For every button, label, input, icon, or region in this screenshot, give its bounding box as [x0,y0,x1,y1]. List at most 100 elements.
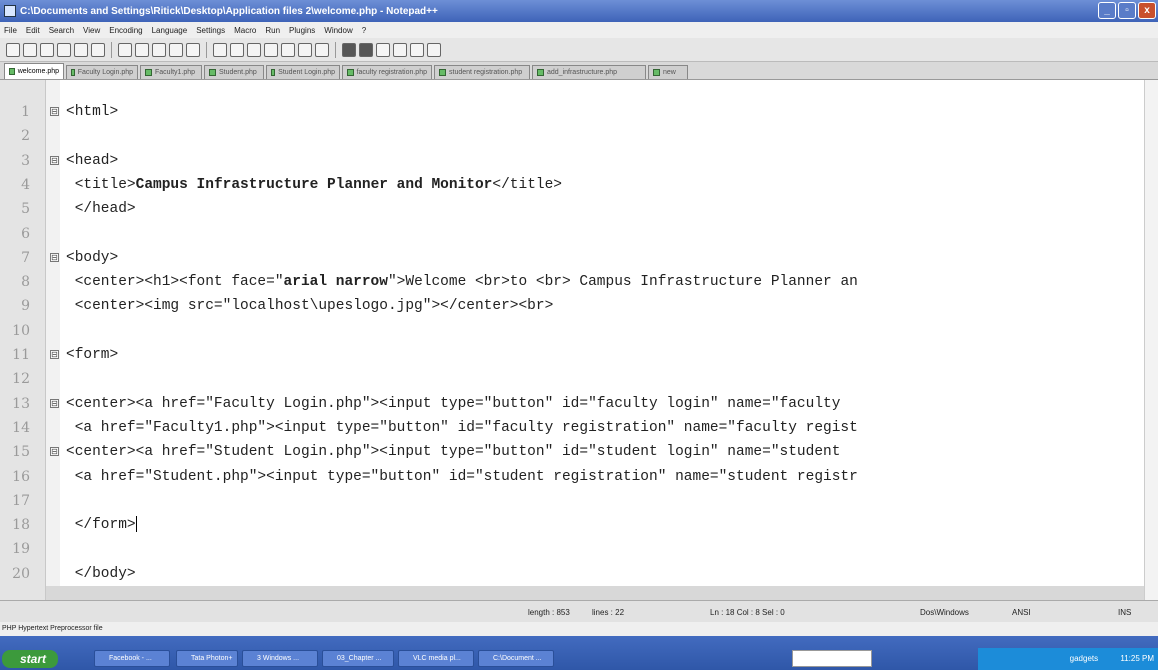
minimize-button[interactable]: _ [1098,2,1116,19]
taskbar-search-input[interactable] [792,650,872,667]
taskbar-button[interactable]: VLC media pl... [398,650,474,667]
code-line: 13 ⊟ <center><a href="Faculty Login.php"><… [0,392,1158,416]
code-fragment: </form> [66,517,136,534]
maximize-button[interactable]: ▫ [1118,2,1136,19]
code-fragment: <a href="Student.php"><input type="butto… [66,468,858,485]
menu-item[interactable]: Edit [26,26,40,35]
run-macro-multiple-icon[interactable] [393,42,407,57]
undo-icon[interactable] [169,42,183,57]
status-position: Ln : 18 Col : 8 Sel : 0 [710,608,785,617]
code-text: </body> [66,562,136,586]
fold-toggle-icon[interactable]: ⊟ [50,107,59,116]
file-tab[interactable]: welcome.php [4,63,64,79]
file-tab[interactable]: Faculty1.php [140,65,202,79]
code-text: <a href="Student.php"><input type="butto… [66,465,858,489]
code-fragment: <html> [66,104,119,120]
fold-toggle-icon[interactable]: ⊟ [50,350,59,359]
toolbar-divider [335,41,336,58]
code-line: 2 [0,124,1158,148]
stop-macro-icon[interactable] [359,42,373,57]
save-all-icon[interactable] [57,42,71,57]
taskbar-button[interactable]: Tata Photon+ [176,650,238,667]
record-macro-icon[interactable] [342,42,356,57]
fold-toggle-icon[interactable]: ⊟ [50,252,59,262]
find-icon[interactable] [213,42,227,57]
menu-item[interactable]: Settings [196,26,225,35]
redo-icon[interactable] [186,42,200,57]
code-text: <center><a href="Student Login.php"><inp… [66,440,840,464]
new-file-icon[interactable] [6,42,20,57]
copy-icon[interactable] [135,42,149,57]
code-fragment: <center><img src="localhost\upeslogo.jpg… [66,298,554,315]
file-tab[interactable]: new [648,65,688,79]
start-button[interactable]: start [2,650,58,668]
print-icon[interactable] [91,42,105,57]
file-tab-label: Student.php [219,69,257,76]
code-text: <center><img src="localhost\upeslogo.jpg… [66,294,554,318]
zoom-in-icon[interactable] [247,42,261,57]
zoom-out-icon[interactable] [264,42,278,57]
menu-item[interactable]: Plugins [289,26,315,35]
menu-item[interactable]: View [83,26,100,35]
file-tab-label: add_infrastructure.php [547,69,618,76]
toolbar-divider [111,41,112,58]
save-icon[interactable] [40,42,54,57]
status-eol: Dos\Windows [920,608,969,617]
taskbar-button[interactable]: C:\Document ... [478,650,554,667]
menu-item[interactable]: File [4,26,17,35]
gadgets-label[interactable]: gadgets [1070,654,1098,663]
file-tab-label: Faculty1.php [155,69,196,76]
file-tab[interactable]: faculty registration.php [342,65,432,79]
menu-item[interactable]: ? [362,26,366,35]
status-encoding: ANSI [1012,608,1031,617]
play-macro-icon[interactable] [376,42,390,57]
file-saved-icon [145,69,152,76]
window-title: C:\Documents and Settings\Ritick\Desktop… [20,5,438,17]
line-number: 2 [21,128,30,145]
file-tab[interactable]: add_infrastructure.php [532,65,646,79]
save-macro-icon[interactable] [410,42,424,57]
file-tab[interactable]: Faculty Login.php [66,65,138,79]
file-tab-label: student registration.php [449,69,523,76]
notepad-app-icon [4,5,16,17]
cut-icon[interactable] [118,42,132,57]
spell-check-icon[interactable] [427,42,441,57]
line-number: 11 [12,347,30,363]
clock: 11:25 PM [1120,654,1154,663]
fold-toggle-icon[interactable]: ⊟ [50,155,59,165]
menu-item[interactable]: Window [324,26,352,35]
menu-item[interactable]: Run [265,26,280,35]
menu-item[interactable]: Macro [234,26,256,35]
file-tab[interactable]: Student Login.php [266,65,340,79]
code-line: 6 [0,222,1158,246]
code-text: <a href="Faculty1.php"><input type="butt… [66,416,858,440]
menu-item[interactable]: Language [152,26,188,35]
code-text: <center><h1><font face="arial narrow">We… [66,270,858,294]
file-tab[interactable]: Student.php [204,65,264,79]
taskbar-button[interactable]: 03_Chapter ... [322,650,394,667]
menu-item[interactable]: Encoding [109,26,142,35]
vertical-scrollbar[interactable] [1144,80,1158,600]
line-number: 9 [21,298,30,315]
fold-toggle-icon[interactable]: ⊟ [50,398,59,408]
horizontal-scrollbar[interactable] [46,586,1144,600]
show-all-chars-icon[interactable] [315,42,329,57]
code-line: 1 ⊟ <html> [0,100,1158,124]
file-saved-icon [347,69,354,76]
file-saved-icon [71,69,75,76]
paste-icon[interactable] [152,42,166,57]
menu-item[interactable]: Search [49,26,74,35]
taskbar-button[interactable]: Facebook - ... [94,650,170,667]
fold-toggle-icon[interactable]: ⊟ [50,447,59,457]
line-number: 17 [12,492,30,509]
word-wrap-icon[interactable] [298,42,312,57]
taskbar-button[interactable]: 3 Windows ... [242,650,318,667]
file-tab[interactable]: student registration.php [434,65,530,79]
sync-scroll-icon[interactable] [281,42,295,57]
code-editor[interactable]: 1 ⊟ <html> 2 3 ⊟ <head> 4 <title>Campus Infrast… [0,80,1158,600]
replace-icon[interactable] [230,42,244,57]
close-file-icon[interactable] [74,42,88,57]
open-file-icon[interactable] [23,42,37,57]
close-button[interactable]: x [1138,2,1156,19]
code-fragment: <center><h1><font face=" [66,274,284,291]
